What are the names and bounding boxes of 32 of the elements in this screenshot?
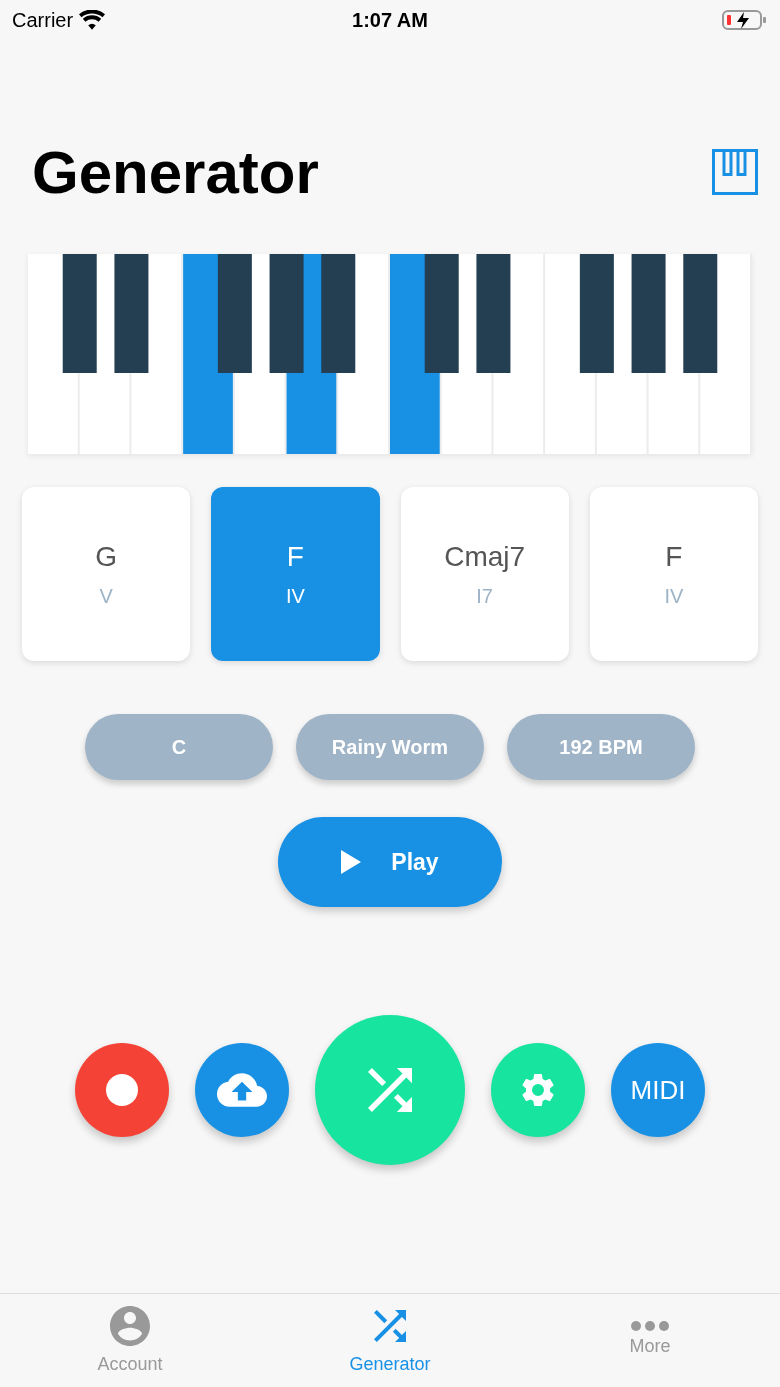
piano-keyboard-drawing[interactable]: [28, 254, 750, 454]
piano-icon[interactable]: [712, 149, 758, 195]
option-button[interactable]: Rainy Worm: [296, 714, 484, 780]
tab-bar-item[interactable]: Account: [0, 1294, 260, 1387]
page-title: Generator: [32, 137, 319, 207]
chord-numeral: V: [99, 584, 113, 608]
chord-card[interactable]: F IV: [589, 487, 758, 661]
chord-name: G: [95, 540, 117, 573]
clock-time: 1:07 AM: [352, 8, 428, 32]
chord-numeral: IV: [664, 584, 684, 608]
upload-button[interactable]: [195, 1043, 289, 1137]
record-icon: [106, 1074, 138, 1106]
carrier-name: Carrier: [12, 8, 74, 32]
wifi-icon: [79, 10, 106, 30]
option-button[interactable]: 192 BPM: [507, 714, 695, 780]
chord-numeral: I7: [476, 584, 493, 608]
play-icon: [341, 850, 362, 874]
chord-card[interactable]: F IV: [211, 487, 380, 661]
play-button[interactable]: Play: [278, 817, 502, 907]
chord-numeral: IV: [285, 584, 305, 608]
cloud-upload-icon: [217, 1073, 267, 1107]
more-icon: [630, 1320, 670, 1332]
record-button[interactable]: [75, 1043, 169, 1137]
chord-name: Cmaj7: [444, 540, 526, 573]
chord-card[interactable]: Cmaj7 I7: [400, 487, 569, 661]
chord-name: F: [665, 540, 683, 573]
option-button[interactable]: C: [85, 714, 273, 780]
tab-bar-item[interactable]: More: [520, 1294, 780, 1387]
chord-name: F: [286, 540, 304, 573]
midi-button[interactable]: MIDI: [611, 1043, 705, 1137]
tab-bar-item[interactable]: Generator: [260, 1294, 520, 1387]
chord-card[interactable]: G V: [22, 487, 191, 661]
